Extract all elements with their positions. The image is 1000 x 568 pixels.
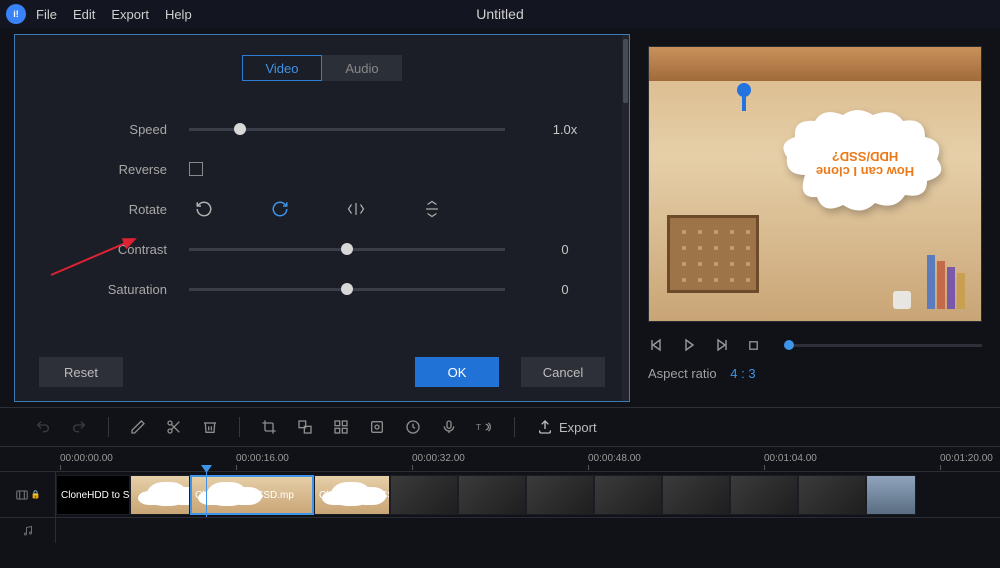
time-tick: 00:01:20.00	[940, 453, 993, 464]
split-scissors-icon[interactable]	[161, 414, 187, 440]
preview-controls	[648, 336, 982, 354]
stop-icon[interactable]	[744, 336, 762, 354]
svg-text:T: T	[476, 422, 481, 432]
flip-horizontal-icon[interactable]	[345, 198, 367, 220]
clip[interactable]	[594, 475, 662, 515]
audio-track-head	[0, 518, 56, 543]
ok-button[interactable]: OK	[415, 357, 499, 387]
reverse-row: Reverse	[49, 149, 595, 189]
redo-icon	[66, 414, 92, 440]
time-ruler[interactable]: 00:00:00.00 00:00:16.00 00:00:32.00 00:00:4…	[60, 453, 1000, 471]
music-icon	[22, 525, 34, 537]
time-tick: 00:00:16.00	[236, 453, 289, 464]
speed-row: Speed 1.0x	[49, 109, 595, 149]
tab-audio[interactable]: Audio	[322, 55, 402, 81]
cup-icon	[893, 291, 911, 309]
crop-icon[interactable]	[256, 414, 282, 440]
mosaic-icon[interactable]	[328, 414, 354, 440]
next-frame-icon[interactable]	[712, 336, 730, 354]
rotate-cw-icon[interactable]	[269, 198, 291, 220]
clip[interactable]	[526, 475, 594, 515]
speed-value: 1.0x	[535, 122, 595, 137]
cancel-button[interactable]: Cancel	[521, 357, 605, 387]
menu-edit[interactable]: Edit	[73, 7, 95, 22]
rotate-label: Rotate	[49, 202, 189, 217]
aspect-ratio-value: 4 : 3	[730, 366, 755, 381]
pushpin-icon	[737, 83, 751, 97]
time-tick: 00:01:04.00	[764, 453, 817, 464]
app-logo-icon: i!	[6, 4, 26, 24]
aspect-ratio: Aspect ratio 4 : 3	[648, 366, 982, 381]
text-to-speech-icon[interactable]: T	[472, 414, 498, 440]
timeline-toolbar: T Export	[0, 407, 1000, 447]
track-lock-icon[interactable]: 🔒	[31, 490, 41, 499]
contrast-row: Contrast 0	[49, 229, 595, 269]
properties-tabs: Video Audio	[49, 55, 595, 81]
tab-video[interactable]: Video	[242, 55, 322, 81]
clip[interactable]	[130, 475, 190, 515]
time-tick: 00:00:32.00	[412, 453, 465, 464]
video-preview: How can I clone HDD/SSD?	[648, 46, 982, 322]
clip[interactable]: CloneHDD to SSD.mp	[190, 475, 314, 515]
flip-vertical-icon[interactable]	[421, 198, 443, 220]
preview-seek-slider[interactable]	[784, 344, 982, 347]
edit-pen-icon[interactable]	[125, 414, 151, 440]
rotate-row: Rotate	[49, 189, 595, 229]
film-icon	[15, 488, 29, 502]
export-icon	[537, 419, 553, 435]
freeze-frame-icon[interactable]	[364, 414, 390, 440]
corkboard-icon	[667, 215, 759, 293]
voiceover-mic-icon[interactable]	[436, 414, 462, 440]
aspect-ratio-label: Aspect ratio	[648, 366, 717, 381]
clip[interactable]	[866, 475, 916, 515]
thought-bubble-icon: How can I clone HDD/SSD?	[775, 105, 955, 225]
prev-frame-icon[interactable]	[648, 336, 666, 354]
video-properties-panel: Video Audio Speed 1.0x Reverse Rotate	[14, 34, 630, 402]
clip[interactable]	[730, 475, 798, 515]
clip[interactable]	[798, 475, 866, 515]
playhead[interactable]	[206, 472, 207, 517]
preview-text: How can I clone HDD/SSD?	[795, 149, 935, 179]
video-track-head: 🔒	[0, 472, 56, 517]
delete-trash-icon[interactable]	[197, 414, 223, 440]
export-label: Export	[559, 420, 597, 435]
saturation-label: Saturation	[49, 282, 189, 297]
video-track: 🔒 CloneHDD to SSD.mp4CloneHDD to SSD.mpC…	[0, 471, 1000, 517]
speed-slider[interactable]	[189, 128, 505, 131]
menu-file[interactable]: File	[36, 7, 57, 22]
undo-icon	[30, 414, 56, 440]
contrast-value: 0	[535, 242, 595, 257]
menu-help[interactable]: Help	[165, 7, 192, 22]
export-button[interactable]: Export	[537, 419, 597, 435]
saturation-row: Saturation 0	[49, 269, 595, 309]
clip[interactable]	[390, 475, 458, 515]
menu-export[interactable]: Export	[111, 7, 149, 22]
time-tick: 00:00:00.00	[60, 453, 113, 464]
reset-button[interactable]: Reset	[39, 357, 123, 387]
zoom-tool-icon[interactable]	[292, 414, 318, 440]
reverse-checkbox[interactable]	[189, 162, 203, 176]
contrast-slider[interactable]	[189, 248, 505, 251]
duration-clock-icon[interactable]	[400, 414, 426, 440]
contrast-label: Contrast	[49, 242, 189, 257]
saturation-value: 0	[535, 282, 595, 297]
reverse-label: Reverse	[49, 162, 189, 177]
speed-label: Speed	[49, 122, 189, 137]
saturation-slider[interactable]	[189, 288, 505, 291]
play-icon[interactable]	[680, 336, 698, 354]
clip[interactable]	[662, 475, 730, 515]
clip[interactable]: CloneHDD to SSD.mp4	[314, 475, 390, 515]
time-tick: 00:00:48.00	[588, 453, 641, 464]
clip[interactable]: CloneHDD to SSD.mp4	[56, 475, 130, 515]
audio-track	[0, 517, 1000, 543]
menubar: i! File Edit Export Help Untitled	[0, 0, 1000, 28]
audio-clips-container[interactable]	[56, 518, 1000, 543]
clips-container[interactable]: CloneHDD to SSD.mp4CloneHDD to SSD.mpClo…	[56, 472, 1000, 517]
panel-scrollbar[interactable]	[622, 35, 629, 401]
timeline: 00:00:00.00 00:00:16.00 00:00:32.00 00:00:4…	[0, 447, 1000, 565]
rotate-ccw-icon[interactable]	[193, 198, 215, 220]
menu-items: File Edit Export Help	[36, 7, 192, 22]
clip[interactable]	[458, 475, 526, 515]
books-icon	[927, 255, 973, 309]
